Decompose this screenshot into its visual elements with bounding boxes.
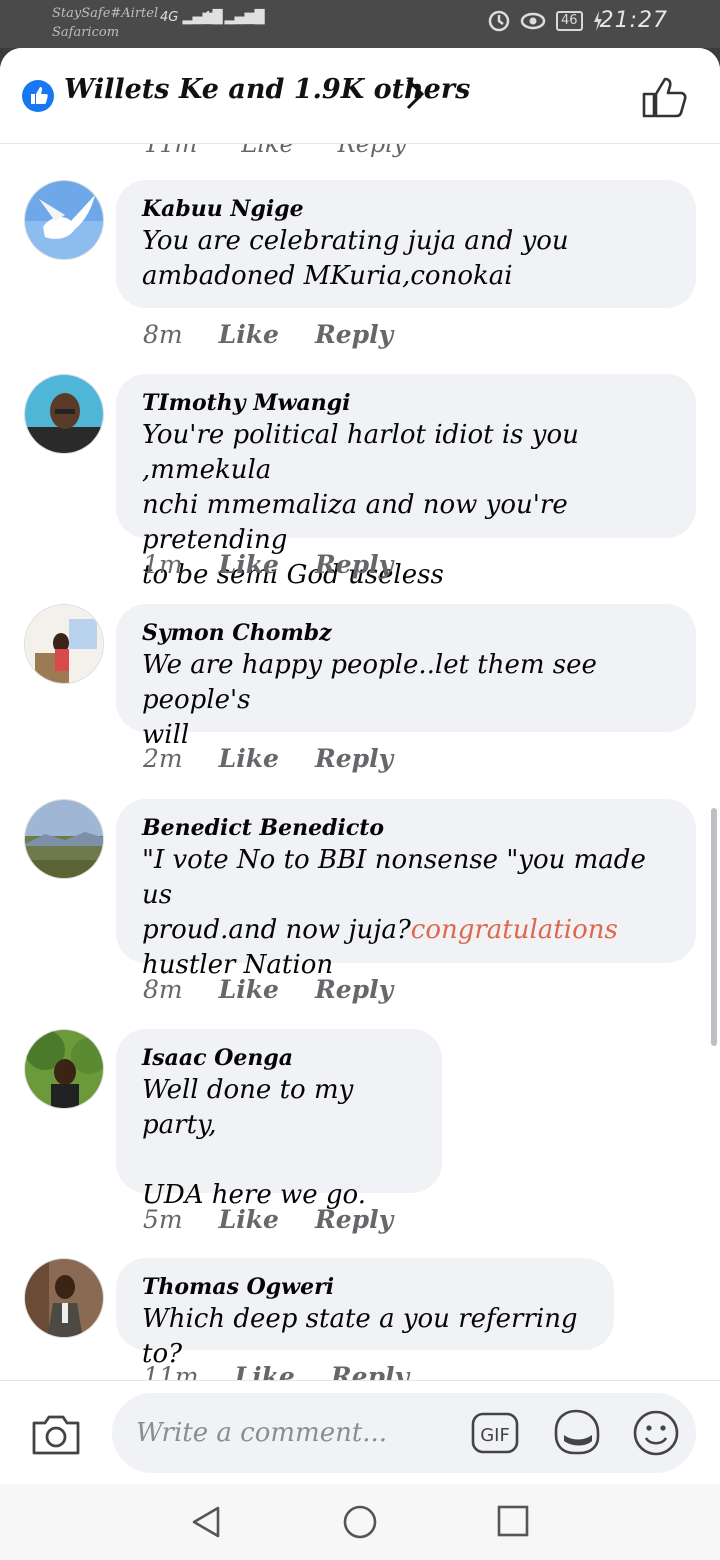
comment-author[interactable]: Isaac Oenga: [142, 1043, 418, 1073]
avatar[interactable]: [24, 374, 104, 454]
comment-author[interactable]: Benedict Benedicto: [142, 813, 672, 843]
recents-icon[interactable]: [496, 1504, 530, 1538]
svg-text:GIF: GIF: [480, 1425, 510, 1446]
comment-text: "I vote No to BBI nonsense "you made us …: [142, 845, 646, 980]
comment-author[interactable]: TImothy Mwangi: [142, 388, 672, 418]
comment-time: 8m: [143, 975, 183, 1004]
comment-composer: GIF: [0, 1380, 720, 1484]
avatar[interactable]: [24, 1029, 104, 1109]
status-bar: StaySafe#Airtel Safaricom 4G ▂▄▆█ 4G ▂▄▆…: [0, 0, 720, 48]
carrier-1: StaySafe#Airtel: [52, 6, 159, 21]
like-link[interactable]: Like: [219, 975, 279, 1004]
signal-2-icon: 4G ▂▄▆█: [202, 10, 265, 25]
thumbs-up-icon[interactable]: [640, 74, 690, 120]
highlighted-text[interactable]: congratulations: [411, 915, 618, 945]
comment-bubble[interactable]: TImothy Mwangi You're political harlot i…: [116, 374, 696, 590]
comment-time: 8m: [143, 320, 183, 349]
comment-bubble[interactable]: Benedict Benedicto "I vote No to BBI non…: [116, 799, 696, 980]
comment-meta: 5m Like Reply: [143, 1205, 393, 1234]
status-icons: 46: [488, 10, 603, 32]
like-link[interactable]: Like: [219, 550, 279, 579]
camera-icon[interactable]: [30, 1411, 82, 1457]
comment-input-pill[interactable]: GIF: [112, 1393, 696, 1473]
reply-link[interactable]: Reply: [315, 1205, 393, 1234]
comment-input[interactable]: [136, 1411, 456, 1455]
comment-meta: 2m Like Reply: [143, 744, 393, 773]
comment-time: 11m: [143, 1362, 199, 1380]
like-link[interactable]: Like: [219, 320, 279, 349]
gif-icon[interactable]: GIF: [470, 1411, 520, 1455]
clock: 21:27: [599, 8, 668, 33]
comment-meta: 8m Like Reply: [143, 320, 393, 349]
chevron-right-icon[interactable]: [402, 76, 428, 112]
cut-off-meta: 11m Like Reply: [144, 144, 407, 158]
like-link[interactable]: Like: [235, 1362, 295, 1380]
carrier-2: Safaricom: [52, 25, 120, 40]
home-icon[interactable]: [342, 1504, 378, 1540]
comments-sheet: Willets Ke and 1.9K others 11m Like Reply …: [0, 48, 720, 1560]
comment-time: 2m: [143, 744, 183, 773]
comment-text: We are happy people..let them see people…: [142, 650, 597, 750]
comment-bubble[interactable]: Thomas Ogweri Which deep state a you ref…: [116, 1258, 614, 1369]
like-link[interactable]: Like: [219, 1205, 279, 1234]
eye-comfort-icon: [520, 12, 546, 30]
comment-time: 1m: [143, 550, 183, 579]
comment-author[interactable]: Kabuu Ngige: [142, 194, 672, 224]
avatar[interactable]: [24, 1258, 104, 1338]
emoji-icon[interactable]: [632, 1409, 680, 1457]
comment-text: Well done to my party, UDA here we go.: [142, 1075, 367, 1210]
reply-link[interactable]: Reply: [331, 1362, 409, 1380]
system-navigation-bar: [0, 1484, 720, 1560]
back-icon[interactable]: [188, 1504, 224, 1540]
comment-text: You are celebrating juja and you ambadon…: [142, 226, 569, 291]
comment-meta: 1m Like Reply: [143, 550, 393, 579]
battery-level: 46: [556, 11, 583, 31]
comment-bubble[interactable]: Kabuu Ngige You are celebrating juja and…: [116, 180, 696, 308]
reply-link[interactable]: Reply: [315, 320, 393, 349]
comment-bubble[interactable]: Symon Chombz We are happy people..let th…: [116, 604, 696, 750]
comment-list[interactable]: 11m Like Reply Kabuu Ngige You are celebra…: [0, 144, 720, 1380]
comment-meta: 8m Like Reply: [143, 975, 393, 1004]
data-saver-icon: [488, 10, 510, 32]
comment-meta: 11m Like Reply: [143, 1362, 409, 1380]
comment-bubble[interactable]: Isaac Oenga Well done to my party, UDA h…: [116, 1029, 442, 1210]
comment-author[interactable]: Symon Chombz: [142, 618, 672, 648]
reactions-header[interactable]: Willets Ke and 1.9K others: [0, 48, 720, 144]
reply-link[interactable]: Reply: [315, 744, 393, 773]
carrier-labels: StaySafe#Airtel Safaricom: [52, 4, 158, 42]
avatar[interactable]: [24, 180, 104, 260]
like-link[interactable]: Like: [219, 744, 279, 773]
avatar[interactable]: [24, 604, 104, 684]
avatar[interactable]: [24, 799, 104, 879]
like-badge-icon: [22, 80, 54, 112]
sticker-icon[interactable]: [550, 1407, 602, 1457]
reply-link[interactable]: Reply: [315, 975, 393, 1004]
reply-link[interactable]: Reply: [315, 550, 393, 579]
comment-time: 5m: [143, 1205, 183, 1234]
comment-author[interactable]: Thomas Ogweri: [142, 1272, 590, 1302]
scrollbar[interactable]: [711, 808, 717, 1046]
